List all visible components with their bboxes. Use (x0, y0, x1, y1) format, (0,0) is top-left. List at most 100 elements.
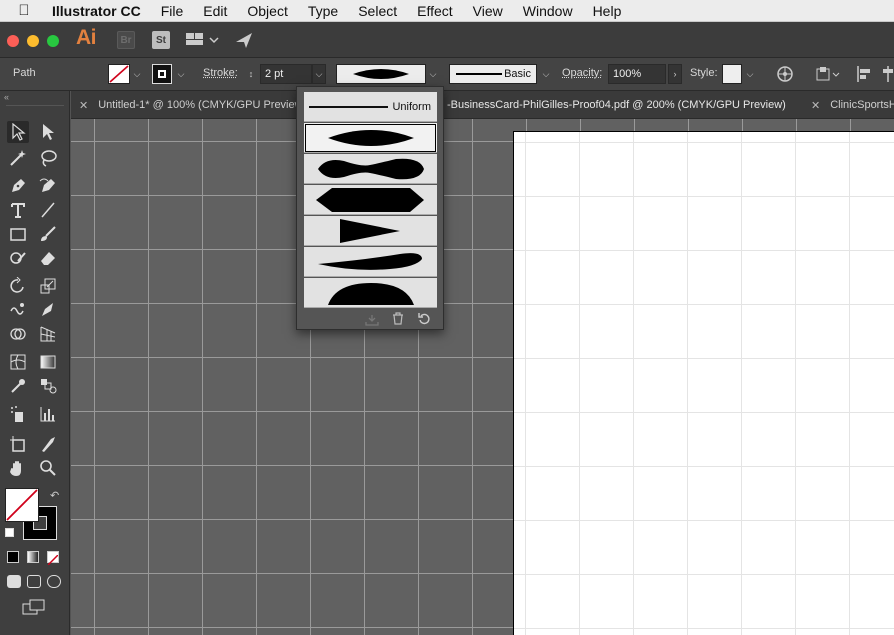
menu-effect[interactable]: Effect (407, 3, 463, 19)
reset-profiles-icon[interactable] (418, 312, 431, 330)
stroke-weight-chevron-icon[interactable]: ⌵ (312, 64, 326, 84)
close-tab-icon[interactable]: ✕ (79, 99, 88, 112)
recolor-artwork-icon[interactable] (776, 65, 794, 86)
stock-button[interactable]: St (152, 31, 170, 49)
brush-definition-field[interactable]: Basic (449, 64, 537, 84)
draw-inside-icon[interactable] (47, 575, 61, 588)
tab-untitled[interactable]: ✕ Untitled-1* @ 100% (CMYK/GPU Preview) (79, 91, 305, 119)
opacity-arrow-icon[interactable]: › (668, 64, 682, 84)
opacity-input[interactable]: 100% (608, 64, 666, 84)
perspective-grid-icon[interactable] (37, 323, 59, 345)
tab-business-card[interactable]: -BusinessCard-PhilGilles-Proof04.pdf @ 2… (447, 91, 799, 119)
menu-file[interactable]: File (151, 3, 194, 19)
menu-window[interactable]: Window (513, 3, 583, 19)
canvas[interactable] (71, 119, 894, 635)
swap-fill-stroke-icon[interactable]: ↶ (50, 489, 59, 502)
opacity-label[interactable]: Opacity: (562, 67, 602, 79)
bridge-button[interactable]: Br (117, 31, 135, 49)
fill-color-front[interactable] (5, 488, 39, 522)
hand-icon[interactable] (7, 457, 29, 479)
draw-normal-icon[interactable] (7, 575, 21, 588)
variable-width-profile-field[interactable] (336, 64, 426, 84)
apple-icon[interactable]:  (0, 2, 48, 19)
paintbrush-icon[interactable] (37, 223, 59, 245)
profile-4[interactable] (304, 216, 437, 246)
zoom-window-button[interactable] (47, 35, 59, 47)
brush-chevron-icon[interactable]: ⌵ (539, 64, 553, 84)
scale-icon[interactable] (37, 275, 59, 297)
fill-swatch[interactable] (108, 64, 130, 84)
minimize-window-button[interactable] (27, 35, 39, 47)
gradient-icon[interactable] (37, 351, 59, 373)
slice-icon[interactable] (37, 433, 59, 455)
eyedropper-icon[interactable] (7, 375, 29, 397)
warp-icon[interactable] (7, 299, 29, 321)
free-transform-icon[interactable] (37, 299, 59, 321)
none-mode-icon[interactable] (47, 551, 59, 566)
delete-profile-icon[interactable] (392, 312, 404, 330)
add-to-profiles-icon[interactable] (365, 313, 379, 331)
mesh-icon[interactable] (7, 351, 29, 373)
direct-selection-tool-icon[interactable] (37, 121, 59, 143)
stroke-label[interactable]: Stroke: (203, 67, 238, 79)
profile-2[interactable] (304, 154, 437, 184)
screen-mode-icon[interactable] (22, 599, 46, 620)
rectangle-icon[interactable] (7, 223, 29, 245)
zoom-icon[interactable] (37, 457, 59, 479)
gpu-performance-icon[interactable] (234, 30, 254, 55)
profile-4-shape-icon (340, 219, 400, 243)
profile-5[interactable] (304, 247, 437, 277)
lasso-icon[interactable] (37, 147, 59, 169)
panel-grip[interactable] (6, 105, 64, 107)
align-to-icon[interactable] (815, 65, 841, 86)
line-icon[interactable] (37, 199, 59, 221)
selection-tool-icon[interactable] (7, 121, 29, 143)
gradient-mode-icon[interactable] (27, 551, 39, 563)
profile-uniform[interactable]: Uniform (304, 92, 437, 122)
stroke-swatch[interactable] (152, 64, 172, 84)
arrange-documents-icon[interactable] (184, 30, 220, 55)
menu-object[interactable]: Object (237, 3, 297, 19)
pen-icon[interactable] (7, 175, 29, 197)
menu-app-name[interactable]: Illustrator CC (48, 3, 151, 19)
curvature-icon[interactable] (37, 175, 59, 197)
menu-view[interactable]: View (463, 3, 513, 19)
close-tab-icon[interactable]: ✕ (811, 99, 820, 112)
close-window-button[interactable] (7, 35, 19, 47)
menu-select[interactable]: Select (348, 3, 407, 19)
style-chevron-icon[interactable]: ⌵ (743, 64, 757, 84)
menu-edit[interactable]: Edit (193, 3, 237, 19)
selection-type-label: Path (13, 67, 36, 79)
column-graph-icon[interactable] (37, 403, 59, 425)
shaper-icon[interactable] (7, 247, 29, 269)
width-profile-chevron-icon[interactable]: ⌵ (426, 64, 440, 84)
graphic-style-swatch[interactable] (722, 64, 742, 84)
menu-help[interactable]: Help (583, 3, 632, 19)
symbol-sprayer-icon[interactable] (7, 403, 29, 425)
color-mode-icon[interactable] (7, 551, 19, 563)
shape-builder-icon[interactable] (7, 323, 29, 345)
fill-dropdown-chevron-icon[interactable]: ⌵ (130, 64, 144, 84)
tab-clinic[interactable]: ✕ ClinicSportsHealth (811, 91, 894, 119)
blend-icon[interactable] (37, 375, 59, 397)
stroke-dropdown-chevron-icon[interactable]: ⌵ (174, 64, 188, 84)
artboard[interactable] (513, 131, 894, 635)
rotate-icon[interactable] (7, 275, 29, 297)
artboard-icon[interactable] (7, 433, 29, 455)
profile-6[interactable] (304, 278, 437, 308)
stroke-stepper-icon[interactable]: ↕ (244, 64, 258, 84)
stroke-weight-input[interactable]: 2 pt (260, 64, 312, 84)
draw-behind-icon[interactable] (27, 575, 41, 588)
menu-type[interactable]: Type (298, 3, 348, 19)
panel-collapse-icon[interactable]: « (0, 91, 69, 103)
style-label: Style: (690, 67, 718, 79)
align-left-icon[interactable] (856, 65, 872, 86)
magic-wand-icon[interactable] (7, 147, 29, 169)
profile-3[interactable] (304, 185, 437, 215)
align-center-icon[interactable] (882, 65, 894, 86)
profile-6-shape-icon (328, 283, 414, 305)
profile-1[interactable] (304, 123, 437, 153)
default-fill-stroke-icon[interactable] (5, 528, 14, 537)
type-icon[interactable] (7, 199, 29, 221)
eraser-icon[interactable] (37, 247, 59, 269)
